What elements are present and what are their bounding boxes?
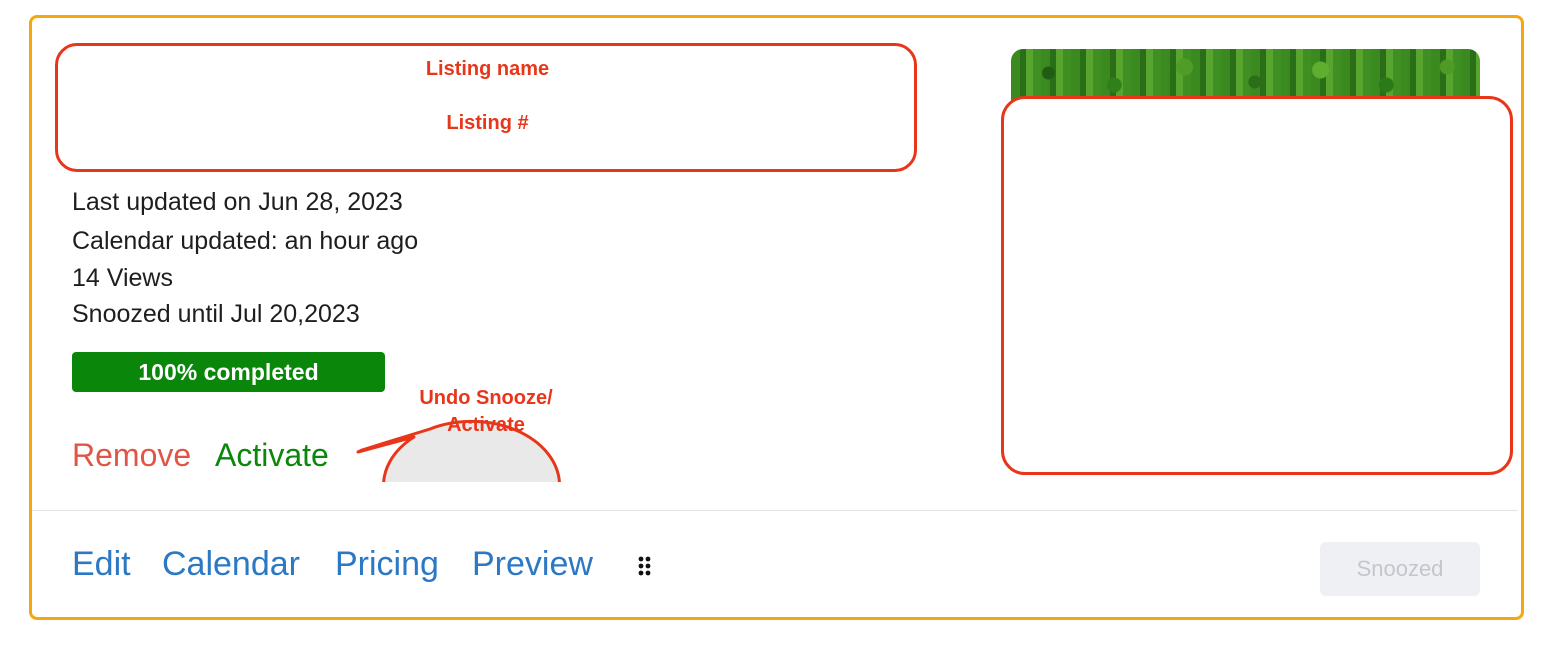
- drag-handle-icon[interactable]: [638, 556, 652, 578]
- listing-name-label: Listing name: [425, 58, 550, 80]
- preview-link[interactable]: Preview: [472, 545, 593, 584]
- activate-link[interactable]: Activate: [215, 437, 329, 474]
- undo-snooze-callout-text: Undo Snooze/ Activate: [419, 387, 553, 436]
- completion-progress-bar: 100% completed: [72, 352, 385, 392]
- calendar-updated-text: Calendar updated: an hour ago: [72, 227, 419, 255]
- views-count: 14 Views: [72, 264, 173, 292]
- snoozed-status-button[interactable]: Snoozed: [1320, 542, 1480, 596]
- edit-link[interactable]: Edit: [72, 545, 131, 584]
- calendar-link[interactable]: Calendar: [162, 545, 300, 584]
- listing-photo-callout: [1001, 96, 1513, 475]
- snoozed-until-text: Snoozed until Jul 20,2023: [72, 300, 360, 328]
- footer-divider: [32, 510, 1518, 511]
- listing-number-label: Listing #: [446, 112, 529, 134]
- remove-link[interactable]: Remove: [72, 437, 191, 474]
- last-updated-text: Last updated on Jun 28, 2023: [72, 188, 403, 216]
- progress-label: 100% completed: [138, 358, 319, 385]
- pricing-link[interactable]: Pricing: [335, 545, 439, 584]
